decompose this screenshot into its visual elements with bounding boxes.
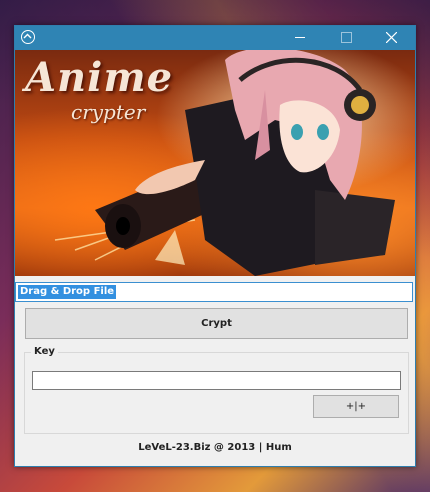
key-group-label: Key: [31, 346, 58, 357]
titlebar[interactable]: [15, 26, 415, 50]
footer-credits: LeVeL-23.Biz @ 2013 | Hum: [138, 442, 292, 453]
file-field-text: Drag & Drop File: [18, 285, 117, 299]
generate-key-button[interactable]: +|+: [313, 395, 399, 418]
close-icon: [386, 32, 397, 43]
key-groupbox: Key +|+: [24, 346, 409, 434]
circle-chevron-up-icon[interactable]: [21, 30, 35, 44]
minimize-icon: [295, 37, 305, 38]
banner-subtitle: crypter: [71, 100, 146, 124]
app-window: Anime crypter Drag & Drop File Crypt Key…: [14, 25, 416, 467]
key-input[interactable]: [32, 371, 401, 390]
maximize-button[interactable]: [323, 26, 369, 50]
maximize-icon: [341, 32, 352, 43]
close-button[interactable]: [369, 26, 415, 50]
file-drop-field[interactable]: Drag & Drop File: [15, 282, 413, 302]
banner-image: Anime crypter: [15, 50, 415, 276]
minimize-button[interactable]: [277, 26, 323, 50]
crypt-button[interactable]: Crypt: [25, 308, 408, 339]
banner-title: Anime: [25, 54, 174, 101]
